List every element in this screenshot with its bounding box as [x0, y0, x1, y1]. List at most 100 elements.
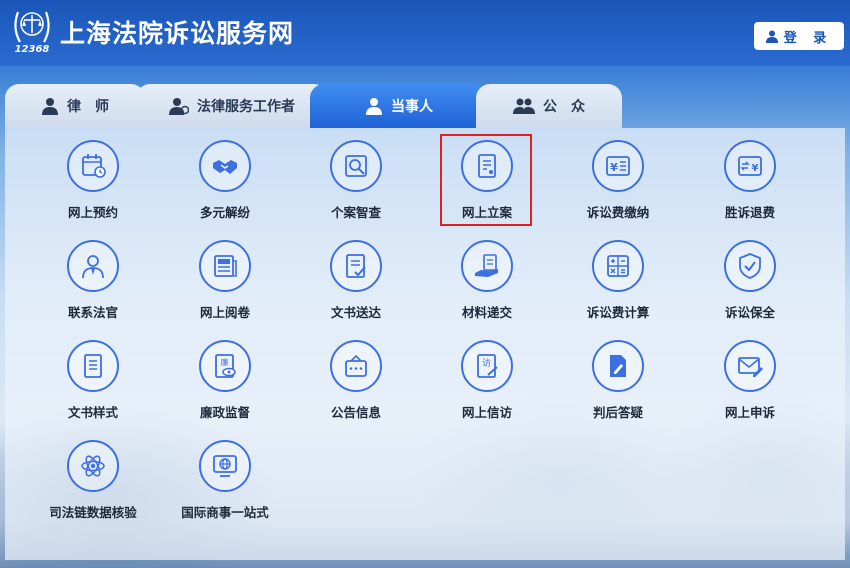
login-label: 登 录 — [783, 30, 833, 46]
tab-party[interactable]: 当事人 — [310, 84, 488, 128]
service-label: 诉讼费计算 — [586, 305, 650, 320]
lawyer-icon — [42, 98, 58, 115]
icon-circle — [724, 340, 776, 392]
globe-screen-icon — [213, 455, 237, 477]
user-icon — [765, 30, 778, 43]
document-list-icon — [84, 354, 102, 378]
integrity-eye-icon: 廉 — [215, 354, 236, 378]
icon-circle — [724, 240, 776, 292]
role-tabs: 律 师 法律服务工作者 当事人 公 众 — [0, 84, 850, 128]
svg-text:¥: ¥ — [752, 163, 759, 174]
service-online-appeal[interactable]: 网上申诉 — [685, 340, 815, 436]
service-online-petition[interactable]: 访 网上信访 — [422, 340, 552, 436]
icon-circle — [330, 140, 382, 192]
service-announcements[interactable]: 公告信息 — [291, 340, 421, 436]
icon-circle: ¥ — [724, 140, 776, 192]
calendar-icon — [82, 154, 106, 178]
logo-number: 12368 — [15, 44, 50, 54]
icon-circle — [330, 240, 382, 292]
newspaper-icon — [214, 255, 237, 277]
site-title: 上海法院诉讼服务网 — [60, 19, 295, 48]
service-label: 多元解纷 — [199, 205, 250, 220]
party-icon — [366, 98, 382, 115]
service-online-appointment[interactable]: 网上预约 — [28, 140, 158, 236]
service-judicial-chain-verification[interactable]: 司法链数据核验 — [28, 440, 158, 536]
tab-label: 法律服务工作者 — [197, 99, 295, 115]
doc-edit-icon — [610, 355, 626, 377]
service-label: 诉讼费缴纳 — [586, 205, 650, 220]
icon-circle: 访 — [461, 340, 513, 392]
service-integrity-supervision[interactable]: 廉 廉政监督 — [160, 340, 290, 436]
refund-icon: ¥ — [738, 156, 762, 176]
icon-circle — [67, 440, 119, 492]
public-icon — [513, 98, 535, 114]
icon-circle — [199, 240, 251, 292]
icon-circle — [199, 440, 251, 492]
service-label: 联系法官 — [67, 305, 118, 320]
service-label: 廉政监督 — [199, 405, 250, 420]
icon-circle — [592, 240, 644, 292]
icon-circle — [330, 340, 382, 392]
service-label: 诉讼保全 — [724, 305, 775, 320]
service-label: 网上阅卷 — [199, 305, 250, 320]
service-document-delivery[interactable]: 文书送达 — [291, 240, 421, 336]
search-doc-icon — [345, 155, 367, 177]
mail-edit-icon — [738, 357, 763, 377]
highlight-box — [440, 134, 532, 226]
service-label: 网上预约 — [67, 205, 118, 220]
icon-circle — [592, 340, 644, 392]
tab-label: 当事人 — [391, 99, 433, 115]
icon-circle — [67, 240, 119, 292]
icon-circle: 廉 — [199, 340, 251, 392]
service-online-file-review[interactable]: 网上阅卷 — [160, 240, 290, 336]
service-label: 司法链数据核验 — [49, 505, 137, 520]
service-label: 文书样式 — [67, 405, 118, 420]
service-label: 国际商事一站式 — [181, 505, 269, 520]
service-document-templates[interactable]: 文书样式 — [28, 340, 158, 436]
petition-icon: 访 — [477, 354, 498, 378]
icon-circle: ¥ — [592, 140, 644, 192]
service-label: 文书送达 — [330, 305, 381, 320]
service-label: 网上申诉 — [724, 405, 775, 420]
service-contact-judge[interactable]: 联系法官 — [28, 240, 158, 336]
doc-check-icon — [346, 254, 366, 278]
service-fee-calculation[interactable]: 诉讼费计算 — [553, 240, 683, 336]
service-post-judgment-qa[interactable]: 判后答疑 — [553, 340, 683, 436]
service-refund[interactable]: ¥ 胜诉退费 — [685, 140, 815, 236]
service-international-commercial[interactable]: 国际商事一站式 — [160, 440, 290, 536]
service-dispute-resolution[interactable]: 多元解纷 — [160, 140, 290, 236]
service-label: 胜诉退费 — [724, 205, 775, 220]
tab-public[interactable]: 公 众 — [476, 84, 622, 128]
icon-circle — [461, 240, 513, 292]
icon-circle — [199, 140, 251, 192]
hand-doc-icon — [475, 254, 498, 277]
icon-circle — [67, 340, 119, 392]
yuan-bill-icon: ¥ — [606, 156, 630, 176]
svg-text:访: 访 — [482, 358, 491, 369]
site-header: 12368 上海法院诉讼服务网 登 录 — [0, 0, 850, 66]
tab-lawyer[interactable]: 律 师 — [5, 84, 145, 128]
judge-icon — [82, 255, 104, 279]
tab-label: 律 师 — [67, 99, 109, 115]
icon-circle — [67, 140, 119, 192]
service-label: 公告信息 — [330, 405, 381, 420]
svg-text:廉: 廉 — [221, 357, 229, 367]
service-material-submission[interactable]: 材料递交 — [422, 240, 552, 336]
tab-label: 公 众 — [543, 99, 585, 115]
handshake-icon — [213, 160, 237, 174]
legal-worker-icon — [169, 98, 189, 115]
announcement-icon — [345, 354, 367, 377]
shield-check-icon — [739, 253, 761, 279]
service-label: 材料递交 — [461, 305, 512, 320]
service-label: 个案智查 — [330, 205, 381, 220]
service-label: 判后答疑 — [592, 405, 643, 420]
service-preservation[interactable]: 诉讼保全 — [685, 240, 815, 336]
court-logo[interactable]: 12368 — [10, 6, 54, 55]
service-label: 网上信访 — [461, 405, 512, 420]
tab-legal-worker[interactable]: 法律服务工作者 — [136, 84, 328, 128]
service-case-inquiry[interactable]: 个案智查 — [291, 140, 421, 236]
atom-icon — [81, 455, 105, 477]
svg-text:¥: ¥ — [610, 161, 618, 174]
login-button[interactable]: 登 录 — [754, 22, 844, 50]
service-fee-payment[interactable]: ¥ 诉讼费缴纳 — [553, 140, 683, 236]
